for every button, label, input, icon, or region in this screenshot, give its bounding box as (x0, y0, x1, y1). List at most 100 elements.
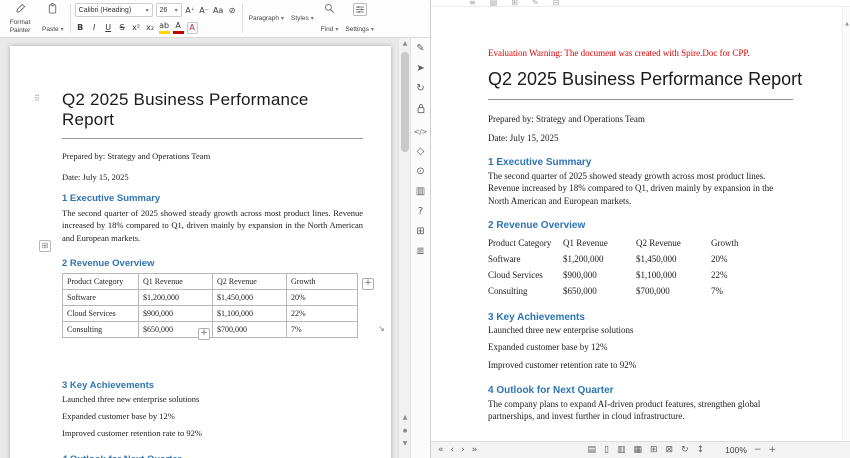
superscript-icon[interactable]: x² (131, 21, 142, 34)
next-page-icon[interactable]: › (461, 443, 465, 458)
first-page-icon[interactable]: « (438, 443, 444, 458)
font-size-select[interactable]: 26 (156, 3, 182, 17)
italic-icon[interactable]: I (89, 21, 100, 34)
table-resize-handle-icon[interactable]: ↘ (378, 324, 385, 333)
rotate-icon[interactable]: ↻ (416, 83, 424, 95)
add-row-button[interactable]: + (198, 328, 210, 340)
help-icon[interactable]: ? (418, 206, 423, 218)
clear-style-icon[interactable]: ⊘ (227, 4, 238, 17)
chart-icon[interactable]: ▥ (416, 186, 425, 198)
table-cell[interactable]: 22% (287, 306, 358, 322)
menu-icon[interactable]: ≡ (469, 0, 476, 6)
table-header-cell[interactable]: Q1 Revenue (139, 274, 213, 290)
revenue-table[interactable]: Product Category Q1 Revenue Q2 Revenue G… (62, 273, 358, 338)
preview-section-1-body: The second quarter of 2025 showed steady… (488, 170, 793, 207)
chevron-down-icon (144, 7, 149, 14)
lock-icon[interactable] (416, 103, 426, 118)
single-page-icon[interactable]: ▯ (604, 443, 609, 458)
apps-icon[interactable]: ⊞ (416, 226, 424, 238)
find-label: Find (321, 26, 334, 33)
preview-scrollbar[interactable]: ▲ (842, 7, 850, 441)
table-cell[interactable]: 20% (287, 290, 358, 306)
grid-icon[interactable]: ⊞ (511, 0, 518, 6)
text-box-icon[interactable]: A (187, 22, 198, 34)
table-cell[interactable]: $700,000 (213, 322, 287, 338)
select-icon[interactable]: ➤ (416, 63, 424, 75)
document-title[interactable]: Q2 2025 Business Performance Report (62, 90, 363, 139)
document-page[interactable]: Q2 2025 Business Performance Report Prep… (10, 46, 391, 458)
table-row[interactable]: Software $1,200,000 $1,450,000 20% (63, 290, 358, 306)
table-row[interactable]: Consulting $650,000 $700,000 7% (63, 322, 358, 338)
bold-icon[interactable]: B (75, 21, 86, 34)
zoom-out-icon[interactable]: − (754, 443, 762, 458)
achievement-line[interactable]: Expanded customer base by 12% (62, 411, 363, 423)
section-1-body[interactable]: The second quarter of 2025 showed steady… (62, 207, 363, 244)
table-cell[interactable]: $900,000 (139, 306, 213, 322)
preview-section-3-heading: 3 Key Achievements (488, 312, 793, 323)
edit-icon[interactable]: ✎ (416, 43, 424, 55)
format-painter-button[interactable]: Format Painter (3, 2, 37, 35)
section-4-heading[interactable]: 4 Outlook for Next Quarter (62, 454, 363, 458)
thumbnails-icon[interactable]: ▤ (587, 443, 596, 458)
achievement-line[interactable]: Launched three new enterprise solutions (62, 394, 363, 406)
section-1-heading[interactable]: 1 Executive Summary (62, 193, 363, 204)
table-cell: 22% (711, 267, 791, 283)
code-icon[interactable]: </> (413, 126, 427, 138)
date-line[interactable]: Date: July 15, 2025 (62, 172, 363, 183)
change-case-icon[interactable]: Aa (213, 4, 224, 17)
double-page-icon[interactable]: ▥ (617, 443, 626, 458)
table-header-cell[interactable]: Growth (287, 274, 358, 290)
underline-icon[interactable]: U (103, 21, 114, 34)
font-color-icon[interactable]: A (173, 21, 184, 34)
table-cell[interactable]: Consulting (63, 322, 139, 338)
continuous-view-icon[interactable]: ▦ (633, 443, 642, 458)
increase-font-icon[interactable]: A⁺ (185, 4, 196, 17)
list-icon[interactable]: ≣ (416, 246, 424, 258)
achievement-line[interactable]: Improved customer retention rate to 92% (62, 428, 363, 440)
settings-button[interactable]: Settings (343, 2, 376, 35)
prev-page-icon[interactable]: ‹ (451, 443, 455, 458)
subscript-icon[interactable]: x₂ (145, 21, 156, 34)
strikethrough-icon[interactable]: S (117, 21, 128, 34)
full-screen-icon[interactable]: ↕ (697, 443, 705, 458)
paste-button[interactable]: Paste (40, 2, 66, 35)
table-cell[interactable]: Cloud Services (63, 306, 139, 322)
zoom-in-icon[interactable]: + (768, 443, 776, 458)
table-cell[interactable]: 7% (287, 322, 358, 338)
find-button[interactable]: Find (319, 2, 341, 35)
rotate-view-icon[interactable]: ↻ (681, 443, 689, 458)
table-row[interactable]: Cloud Services $900,000 $1,100,000 22% (63, 306, 358, 322)
table-cell[interactable]: $1,200,000 (139, 290, 213, 306)
last-page-icon[interactable]: » (472, 443, 478, 458)
table-header-row[interactable]: Product Category Q1 Revenue Q2 Revenue G… (63, 274, 358, 290)
table-cell[interactable]: $1,450,000 (213, 290, 287, 306)
section-2-heading[interactable]: 2 Revenue Overview (62, 258, 363, 269)
fit-page-icon[interactable]: ⊞ (650, 443, 658, 458)
history-icon[interactable]: ⊙ (416, 166, 424, 178)
styles-button[interactable]: Styles (289, 2, 316, 35)
table-cell[interactable]: $1,100,000 (213, 306, 287, 322)
section-3-heading[interactable]: 3 Key Achievements (62, 380, 363, 391)
print-icon[interactable]: ⊟ (553, 0, 560, 6)
preview-section-1-heading: 1 Executive Summary (488, 157, 793, 168)
editor-scrollbar[interactable]: ▲ ▲ ● ▼ (398, 38, 410, 458)
font-name-select[interactable]: Calibri (Heading) (75, 3, 153, 17)
prepared-by-line[interactable]: Prepared by: Strategy and Operations Tea… (62, 151, 363, 162)
table-select-handle-icon[interactable]: ⊞ (39, 240, 51, 252)
table-cell[interactable]: Software (63, 290, 139, 306)
fit-width-icon[interactable]: ⊠ (666, 443, 674, 458)
page-icon[interactable]: ▤ (490, 0, 498, 6)
paragraph-button[interactable]: Paragraph (247, 2, 286, 35)
zoom-level[interactable]: 100% (725, 445, 747, 455)
document-canvas[interactable]: Q2 2025 Business Performance Report Prep… (0, 38, 398, 458)
add-column-button[interactable]: + (362, 278, 374, 290)
table-header-cell[interactable]: Product Category (63, 274, 139, 290)
paragraph-drag-handle-icon[interactable]: ⠿ (34, 94, 40, 103)
scroll-up-icon[interactable]: ▲ (843, 21, 850, 27)
shapes-icon[interactable]: ◇ (417, 146, 425, 158)
scrollbar-thumb[interactable] (401, 52, 409, 152)
highlight-color-icon[interactable]: ab (159, 21, 170, 34)
table-header-cell[interactable]: Q2 Revenue (213, 274, 287, 290)
decrease-font-icon[interactable]: A⁻ (199, 4, 210, 17)
edit-icon[interactable]: ✎ (532, 0, 539, 6)
